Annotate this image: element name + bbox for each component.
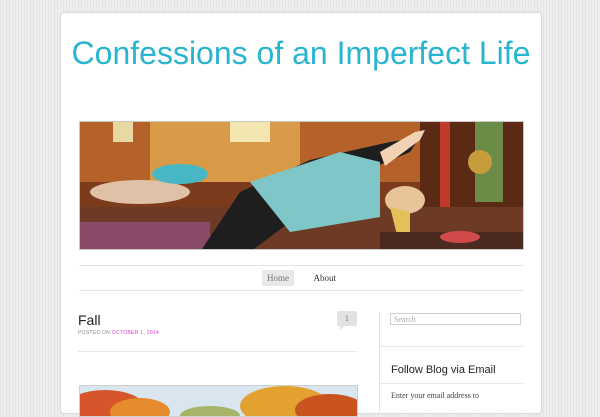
comment-count-bubble[interactable]: 1 xyxy=(337,311,357,330)
header-image-yoga-class xyxy=(79,121,524,250)
main-navigation: Home About xyxy=(79,265,524,291)
nav-item-home[interactable]: Home xyxy=(262,270,295,286)
nav-item-about[interactable]: About xyxy=(308,270,341,286)
post-photo xyxy=(80,386,357,416)
post-meta-prefix: POSTED ON xyxy=(78,330,111,336)
post-date-link[interactable]: OCTOBER 1, 2014 xyxy=(112,330,159,336)
post-divider xyxy=(78,351,357,352)
post-image-autumn-trees[interactable] xyxy=(79,385,358,417)
follow-blog-widget-title: Follow Blog via Email xyxy=(391,364,496,376)
post-meta: POSTED ON OCTOBER 1, 2014 xyxy=(78,329,159,337)
widget-divider xyxy=(380,346,523,347)
search-input[interactable] xyxy=(390,313,521,325)
site-title[interactable]: Confessions of an Imperfect Life xyxy=(61,35,541,72)
post-title[interactable]: Fall xyxy=(78,312,101,329)
page-container: Confessions of an Imperfect Life Home Ab… xyxy=(60,12,542,417)
sidebar-rule xyxy=(379,312,380,413)
widget-title-divider xyxy=(380,383,523,384)
header-photo xyxy=(80,122,523,249)
